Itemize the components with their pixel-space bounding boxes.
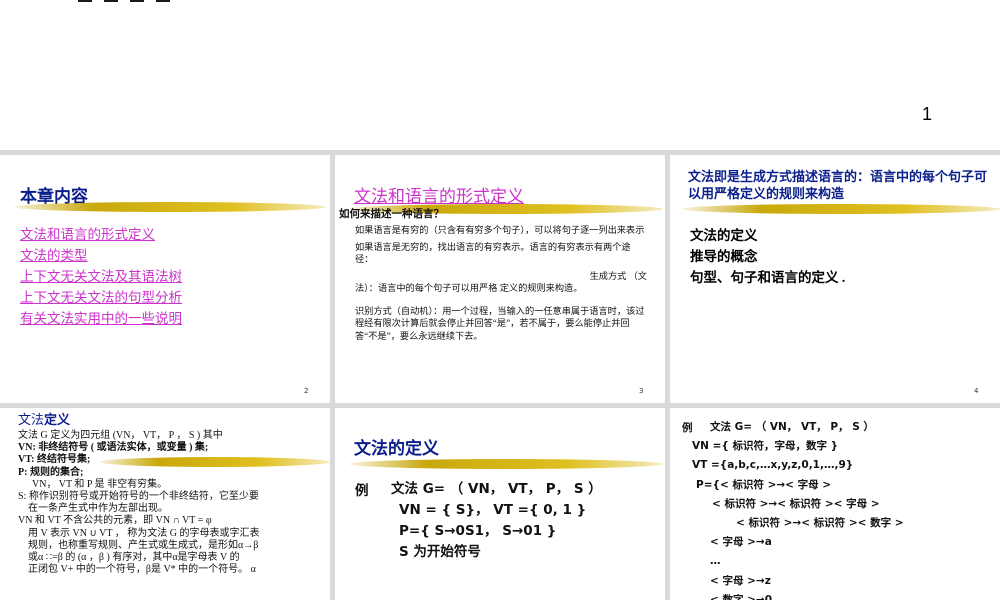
list-item: 句型、句子和语言的定义 . bbox=[690, 270, 846, 285]
grammar-line: < 数字 >→0 bbox=[710, 593, 773, 600]
slide-body: 文法 G 定义为四元组 (VN， VT， P ， S ) 其中 VN: 非终结符… bbox=[18, 430, 324, 576]
slide-page-number: 2 bbox=[304, 387, 309, 395]
grammar-line: 文法 G= （ VN， VT， P， S ） bbox=[710, 421, 874, 433]
example-label: 例 bbox=[682, 422, 693, 434]
body-line: 在一条产生式中作为左部出现。 bbox=[28, 503, 168, 515]
body-line: 或α ∷=β 的 (α ，β ) 有序对，其中α是字母表 V 的 bbox=[28, 552, 240, 564]
grammar-line: VT ={a,b,c,…x,y,z,0,1,…,9} bbox=[692, 459, 854, 472]
page-number: 1 bbox=[922, 104, 933, 124]
paragraph-line: 法）：语言中的每个句子可以用严格 定义的规则来构造。 bbox=[355, 283, 583, 293]
chapter-link[interactable]: 上下文无关文法的句型分析 bbox=[20, 287, 182, 308]
grammar-line: < 标识符 >→< 标识符 >< 字母 > bbox=[712, 497, 880, 510]
grammar-definition: 文法 G= （ VN， VT， P， S ） VN = { S}， VT ={ … bbox=[391, 479, 602, 563]
body-line: P: 规则的集合; bbox=[18, 466, 84, 478]
paragraph: 如果语言是有穷的（只含有有穷多个句子），可以将句子逐一列出来表示 bbox=[355, 225, 645, 235]
grammar-line: < 字母 >→z bbox=[710, 574, 771, 587]
slide-thumbnail-5[interactable]: 文法定义 文法 G 定义为四元组 (VN， VT， P ， S ) 其中 VN:… bbox=[0, 408, 330, 600]
slide-page-number: 3 bbox=[639, 387, 644, 395]
body-line: VN 和 VT 不含公共的元素，即 VN ∩ VT = φ bbox=[18, 515, 212, 527]
grammar-line: < 标识符 >→< 标识符 >< 数字 > bbox=[736, 517, 904, 530]
slide-item-list: 文法的定义 推导的概念 句型、句子和语言的定义 . bbox=[690, 225, 845, 288]
title-part: 定义 bbox=[44, 412, 71, 427]
title-underline-decoration bbox=[14, 202, 326, 212]
grammar-line: VN ={ 标识符，字母，数字 } bbox=[692, 440, 839, 453]
body-line: S: 称作识别符号或开始符号的一个非终结符，它至少要 bbox=[18, 491, 259, 503]
grammar-line: P={ S→0S1， S→01 } bbox=[399, 523, 557, 539]
body-line: 文法 G 定义为四元组 (VN， VT， P ， S ) 其中 bbox=[18, 430, 223, 441]
slide-title: 文法即是生成方式描述语言的：语言中的每个句子可以用严格定义的规则来构造 bbox=[688, 169, 988, 201]
body-line: VT: 终结符号集; bbox=[18, 454, 91, 466]
list-item: 推导的概念 bbox=[690, 249, 758, 264]
title-underline-decoration bbox=[682, 204, 1000, 214]
slide-title: 文法定义 bbox=[18, 409, 70, 428]
grammar-line: P={< 标识符 >→< 字母 > bbox=[696, 478, 832, 491]
title-part: 文法 bbox=[18, 412, 45, 427]
grammar-line: S 为开始符号 bbox=[399, 544, 481, 560]
slide-thumbnail-7[interactable]: 例 文法 G= （ VN， VT， P， S ） VN ={ 标识符，字母，数字… bbox=[670, 408, 1000, 600]
slide-body: 如果语言是有穷的（只含有有穷多个句子），可以将句子逐一列出来表示 如果语言是无穷… bbox=[355, 224, 647, 346]
example-label: 例 bbox=[355, 483, 369, 498]
list-item: 文法的定义 bbox=[690, 228, 758, 243]
body-line: 用 V 表示 VN ∪ VT ， 称为文法 G 的字母表或字汇表 bbox=[28, 527, 260, 539]
chapter-link[interactable]: 有关文法实用中的一些说明 bbox=[20, 308, 182, 329]
grammar-line: < 字母 >→a bbox=[710, 536, 772, 549]
chapter-link[interactable]: 上下文无关文法及其语法树 bbox=[20, 266, 182, 287]
slide-thumbnail-3[interactable]: 文法和语言的形式定义 如何来描述一种语言？ 如果语言是有穷的（只含有有穷多个句子… bbox=[335, 155, 665, 403]
cropped-title-fragment bbox=[78, 0, 208, 6]
body-line: 规则，也称重写规则、产生式或生成式，是形如α→β bbox=[28, 539, 259, 551]
paragraph: 如果语言是无穷的，找出语言的有穷表示。语言的有穷表示有两个途径： bbox=[355, 241, 631, 265]
body-line: VN: 非终结符号 ( 或语法实体，或变量 ) 集; bbox=[18, 442, 209, 454]
slide-thumbnail-2[interactable]: 本章内容 文法和语言的形式定义 文法的类型 上下文无关文法及其语法树 上下文无关… bbox=[0, 155, 330, 403]
paragraph: 识别方式（自动机）：用一个过程，当输入的一任意串属于语言时，该过程经有限次计算后… bbox=[355, 305, 645, 341]
slide-question: 如何来描述一种语言？ bbox=[339, 209, 444, 220]
grammar-line: 文法 G= （ VN， VT， P， S ） bbox=[391, 481, 602, 497]
slide-page-number: 4 bbox=[974, 387, 979, 395]
chapter-link-list: 文法和语言的形式定义 文法的类型 上下文无关文法及其语法树 上下文无关文法的句型… bbox=[20, 224, 182, 329]
slide-thumbnail-4[interactable]: 文法即是生成方式描述语言的：语言中的每个句子可以用严格定义的规则来构造 文法的定… bbox=[670, 155, 1000, 403]
title-underline-decoration bbox=[349, 459, 663, 469]
grammar-definition: 文法 G= （ VN， VT， P， S ） VN ={ 标识符，字母，数字 }… bbox=[692, 418, 992, 600]
top-slide-partial: 1 bbox=[0, 0, 1000, 150]
body-line: VN， VT 和 P 是 非空有穷集。 bbox=[32, 478, 168, 490]
paragraph-line: 生成方式 （文 bbox=[589, 270, 647, 281]
grammar-line: VN = { S}， VT ={ 0, 1 } bbox=[399, 502, 587, 518]
chapter-link[interactable]: 文法的类型 bbox=[20, 245, 182, 266]
paragraph: 生成方式 （文 法）：语言中的每个句子可以用严格 定义的规则来构造。 bbox=[355, 270, 647, 295]
slide-title: 文法的定义 bbox=[354, 439, 439, 458]
slide-thumbnail-6[interactable]: 文法的定义 例 文法 G= （ VN， VT， P， S ） VN = { S}… bbox=[335, 408, 665, 600]
grammar-line: … bbox=[710, 555, 721, 568]
body-line: 正闭包 V+ 中的一个符号，β是 V* 中的一个符号。 α bbox=[28, 564, 256, 576]
chapter-link[interactable]: 文法和语言的形式定义 bbox=[20, 224, 182, 245]
